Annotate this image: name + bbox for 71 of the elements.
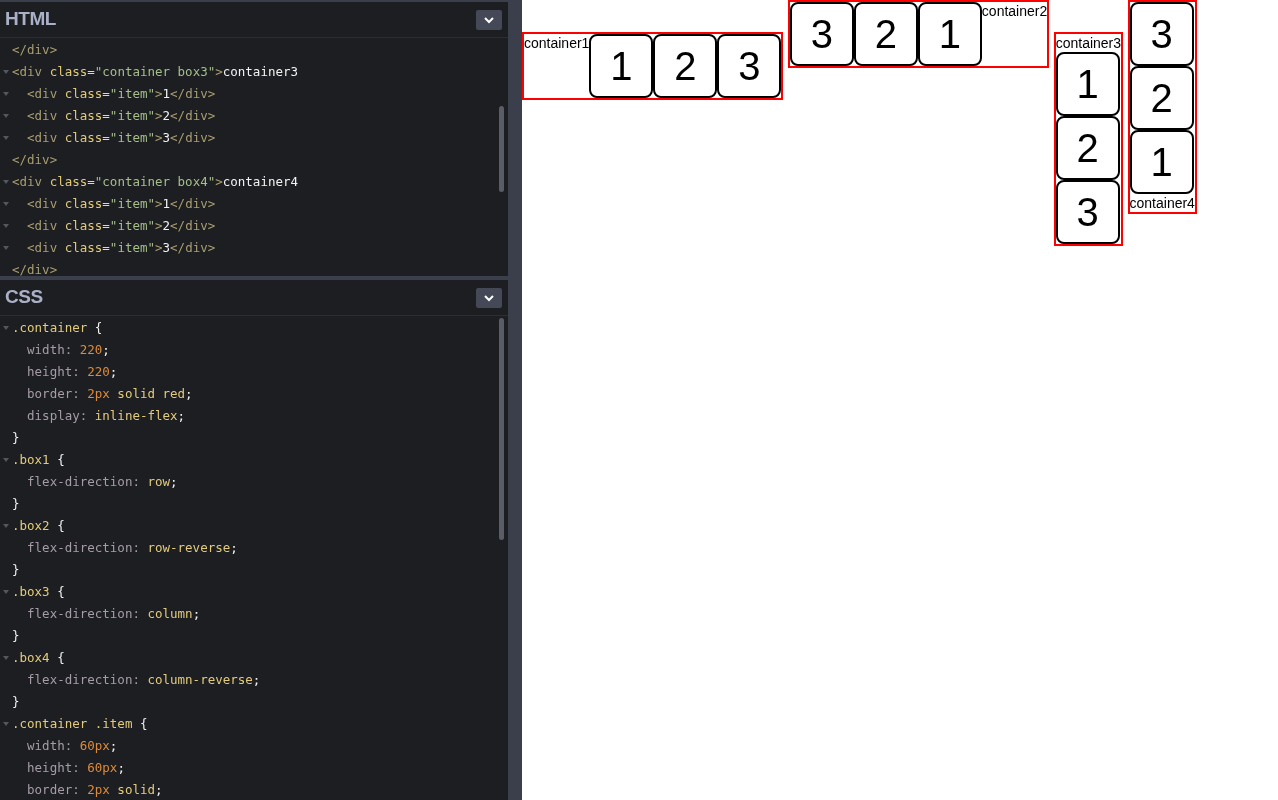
collapse-button[interactable] — [476, 9, 502, 30]
code-line: <div class="item">1</div> — [26, 194, 216, 213]
fold-arrow-icon[interactable] — [3, 524, 9, 528]
code-line: height: 60px; — [26, 758, 125, 777]
code-line: </div> — [12, 40, 58, 59]
flex-item: 1 — [1055, 52, 1120, 116]
code-line: .box4 { — [12, 648, 65, 667]
fold-arrow-icon[interactable] — [3, 656, 9, 660]
code-line: } — [12, 494, 20, 513]
fold-arrow-icon[interactable] — [3, 114, 9, 118]
code-line: <div class="item">2</div> — [26, 216, 216, 235]
scrollbar-thumb[interactable] — [499, 106, 504, 192]
flex-item: 1 — [589, 34, 654, 98]
code-line: border: 2px solid; — [26, 780, 163, 799]
code-line: .container .item { — [12, 714, 148, 733]
code-line: flex-direction: row-reverse; — [26, 538, 238, 557]
code-line: } — [12, 692, 20, 711]
code-line: <div class="item">2</div> — [26, 106, 216, 125]
container-label: container1 — [524, 34, 590, 53]
chevron-down-icon — [483, 15, 495, 24]
code-line: <div class="container box3">container3 — [12, 62, 299, 81]
fold-arrow-icon[interactable] — [3, 246, 9, 250]
fold-arrow-icon[interactable] — [3, 180, 9, 184]
flex-item: 3 — [1055, 180, 1120, 244]
fold-arrow-icon[interactable] — [3, 224, 9, 228]
flex-item: 3 — [1129, 2, 1194, 66]
code-line: display: inline-flex; — [26, 406, 186, 425]
code-line: flex-direction: row; — [26, 472, 178, 491]
code-line: flex-direction: column-reverse; — [26, 670, 261, 689]
fold-arrow-icon[interactable] — [3, 70, 9, 74]
code-line: width: 220; — [26, 340, 110, 359]
code-line: </div> — [12, 150, 58, 169]
code-line: .box3 { — [12, 582, 65, 601]
code-line: <div class="container box4">container4 — [12, 172, 299, 191]
code-line: <div class="item">3</div> — [26, 128, 216, 147]
fold-arrow-icon[interactable] — [3, 136, 9, 140]
code-line: .container { — [12, 318, 103, 337]
code-line: border: 2px solid red; — [26, 384, 193, 403]
code-line: .box1 { — [12, 450, 65, 469]
code-line: } — [12, 428, 20, 447]
editor-title: CSS — [5, 285, 43, 310]
fold-arrow-icon[interactable] — [3, 458, 9, 462]
fold-arrow-icon[interactable] — [3, 202, 9, 206]
code-line: flex-direction: column; — [26, 604, 201, 623]
flex-item: 3 — [717, 34, 782, 98]
container-label: container2 — [981, 2, 1048, 21]
editor-title: HTML — [5, 7, 56, 32]
fold-arrow-icon[interactable] — [3, 590, 9, 594]
code-line: <div class="item">1</div> — [26, 84, 216, 103]
flex-item: 2 — [1129, 66, 1194, 130]
flex-item: 2 — [653, 34, 718, 98]
code-line: height: 220; — [26, 362, 118, 381]
code-line: } — [12, 560, 20, 579]
chevron-down-icon — [483, 293, 495, 302]
flex-item: 2 — [1055, 116, 1120, 180]
code-line: width: 60px; — [26, 736, 118, 755]
fold-arrow-icon[interactable] — [3, 326, 9, 330]
container-label: container3 — [1055, 34, 1122, 52]
container-label: container4 — [1129, 194, 1195, 212]
code-line: </div> — [12, 260, 58, 276]
fold-arrow-icon[interactable] — [3, 92, 9, 96]
flex-item: 1 — [1129, 130, 1194, 194]
collapse-button[interactable] — [476, 287, 502, 308]
flex-item: 2 — [853, 2, 918, 66]
scrollbar-thumb[interactable] — [499, 318, 504, 540]
fold-arrow-icon[interactable] — [3, 722, 9, 726]
code-line: .box2 { — [12, 516, 65, 535]
code-line: <div class="item">3</div> — [26, 238, 216, 257]
code-line: } — [12, 626, 20, 645]
flex-item: 3 — [789, 2, 854, 66]
flex-item: 1 — [917, 2, 982, 66]
